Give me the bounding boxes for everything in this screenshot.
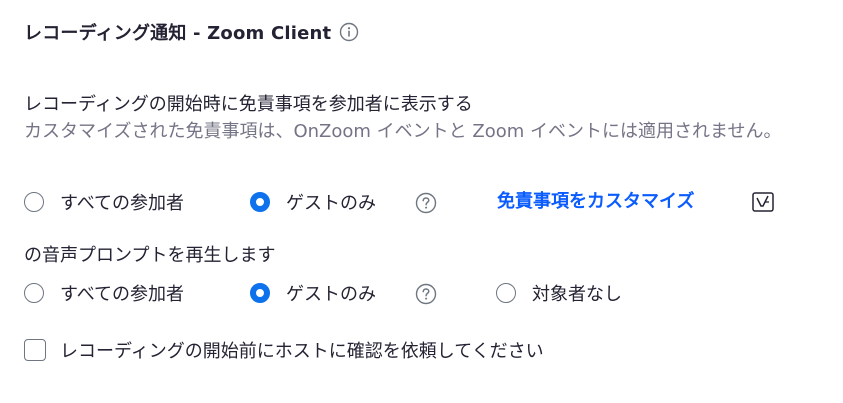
voice-prompt-label: の音声プロンプトを再生します [24, 245, 276, 266]
info-icon[interactable] [339, 22, 359, 42]
host-confirm-checkbox[interactable] [24, 339, 46, 361]
disclaimer-label: レコーディングの開始時に免責事項を参加者に表示する [24, 94, 473, 115]
option-label: すべての参加者 [60, 193, 185, 214]
voice-option-guests-only[interactable]: ゲストのみ [250, 279, 376, 307]
option-label: ゲストのみ [286, 284, 376, 305]
radio-button[interactable] [496, 283, 516, 303]
help-icon[interactable] [415, 192, 437, 214]
option-label: すべての参加者 [60, 284, 185, 305]
voice-prompt-radio-group: すべての参加者 ゲストのみ 対象者なし [24, 279, 834, 307]
recording-notification-panel: レコーディング通知 - Zoom Client レコーディングの開始時に免責事項… [0, 0, 843, 403]
radio-button[interactable] [24, 283, 44, 303]
host-confirm-option[interactable]: レコーディングの開始前にホストに確認を依頼してください [24, 336, 544, 364]
help-icon[interactable] [415, 283, 437, 305]
customize-disclaimer-link[interactable]: 免責事項をカスタマイズ [497, 188, 694, 216]
section-title: レコーディング通知 - Zoom Client [24, 23, 332, 44]
radio-button-selected[interactable] [250, 192, 270, 212]
voice-option-all-participants[interactable]: すべての参加者 [24, 279, 184, 307]
disclaimer-description: カスタマイズされた免責事項は、OnZoom イベントと Zoom イベントには適… [24, 121, 782, 142]
disclaimer-option-guests-only[interactable]: ゲストのみ [250, 188, 376, 216]
edit-icon[interactable] [752, 192, 774, 212]
voice-option-none[interactable]: 対象者なし [496, 279, 622, 307]
option-label: 対象者なし [532, 284, 622, 305]
host-confirm-label: レコーディングの開始前にホストに確認を依頼してください [60, 341, 544, 362]
disclaimer-radio-group: すべての参加者 ゲストのみ 免責事項をカスタマイズ [24, 188, 834, 216]
section-header: レコーディング通知 - Zoom Client [24, 18, 359, 46]
option-label: ゲストのみ [286, 193, 376, 214]
disclaimer-option-all-participants[interactable]: すべての参加者 [24, 188, 184, 216]
radio-button[interactable] [24, 192, 44, 212]
radio-button-selected[interactable] [250, 283, 270, 303]
